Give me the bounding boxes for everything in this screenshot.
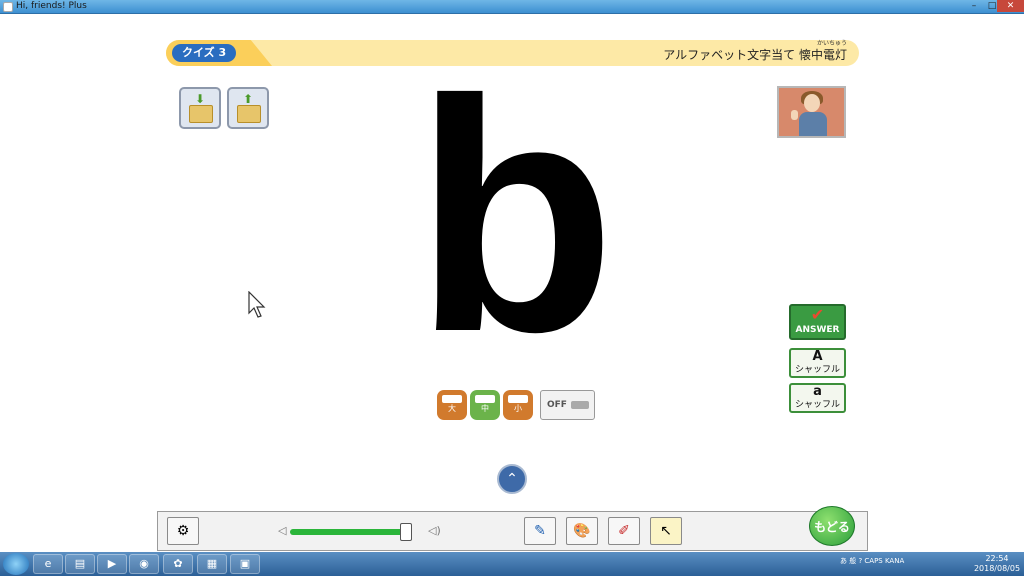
pen-tool-button[interactable]: ✎: [524, 517, 556, 545]
system-tray[interactable]: あ 般 ? CAPS KANA: [840, 556, 904, 566]
gear-icon: ⚙: [176, 523, 190, 539]
teacher-icon[interactable]: [777, 86, 846, 138]
volume-low-icon: ◁: [278, 524, 287, 537]
eraser-icon: ✐: [618, 523, 630, 539]
taskbar-media-icon[interactable]: ▶: [97, 554, 127, 574]
app-icon: [3, 2, 13, 12]
taskbar-chrome-icon[interactable]: ◉: [129, 554, 159, 574]
upload-arrow-icon: ⬆: [243, 92, 254, 106]
taskbar-ie-icon[interactable]: e: [33, 554, 63, 574]
app-window: Hi, friends! Plus – □ ✕ クイズ 3 かいちゅう アルファ…: [0, 0, 1024, 576]
uppercase-letter: A: [812, 349, 823, 364]
taskbar-app-icon[interactable]: ✿: [163, 554, 193, 574]
folder-icon: [189, 105, 213, 123]
taskbar-app3-icon[interactable]: ▣: [230, 554, 260, 574]
download-arrow-icon: ⬇: [195, 92, 206, 106]
window-titlebar[interactable]: Hi, friends! Plus – □ ✕: [0, 0, 1024, 14]
answer-button[interactable]: ✔ ANSWER: [789, 304, 846, 340]
checkmark-icon: ✔: [810, 305, 825, 324]
volume-slider-fill: [290, 529, 406, 535]
flashlight-medium-button[interactable]: 中: [470, 390, 500, 420]
flashlight-large-label: 大: [448, 404, 456, 413]
flashlight-small-button[interactable]: 小: [503, 390, 533, 420]
quiz-title: アルファベット文字当て 懐中電灯: [663, 48, 847, 62]
load-folder-button[interactable]: ⬇: [179, 87, 221, 129]
answer-label: ANSWER: [795, 325, 840, 335]
teacher-body: [799, 112, 827, 136]
teacher-hand: [791, 110, 798, 120]
back-button[interactable]: もどる: [809, 506, 855, 546]
clock-date: 2018/08/05: [973, 564, 1021, 573]
pointer-button[interactable]: ↖: [650, 517, 682, 545]
flashlight-off-icon: [571, 401, 589, 409]
taskbar-explorer-icon[interactable]: ▤: [65, 554, 95, 574]
pen-icon: ✎: [534, 523, 546, 539]
flashlight-icon: [475, 395, 495, 403]
close-button[interactable]: ✕: [997, 0, 1024, 12]
volume-high-icon: ◁): [428, 524, 441, 537]
palette-button[interactable]: 🎨: [566, 517, 598, 545]
window-title: Hi, friends! Plus: [16, 1, 87, 11]
windows-taskbar: e ▤ ▶ ◉ ✿ ▦ ▣ あ 般 ? CAPS KANA 22:54 2018…: [0, 552, 1024, 576]
mouse-cursor-icon: [248, 291, 266, 318]
pointer-icon: ↖: [660, 523, 672, 539]
quiz-number-label: クイズ 3: [172, 44, 237, 62]
shuffle-lowercase-button[interactable]: a シャッフル: [789, 383, 846, 413]
save-folder-button[interactable]: ⬆: [227, 87, 269, 129]
flashlight-off-button[interactable]: OFF: [540, 390, 595, 420]
eraser-button[interactable]: ✐: [608, 517, 640, 545]
lowercase-letter: a: [813, 384, 822, 399]
flashlight-icon: [508, 395, 528, 403]
settings-button[interactable]: ⚙: [167, 517, 199, 545]
flashlight-icon: [442, 395, 462, 403]
clock-time: 22:54: [985, 554, 1009, 563]
bottom-toolbar: ⚙ ◁ ◁) ✎ 🎨 ✐ ↖: [157, 511, 868, 551]
scroll-up-button[interactable]: ⌃: [497, 464, 527, 494]
taskbar-app2-icon[interactable]: ▦: [197, 554, 227, 574]
shuffle-uppercase-button[interactable]: A シャッフル: [789, 348, 846, 378]
shuffle-label: シャッフル: [794, 400, 840, 410]
folder-icon: [237, 105, 261, 123]
start-button[interactable]: [3, 553, 29, 575]
palette-icon: 🎨: [573, 523, 591, 539]
flashlight-medium-label: 中: [481, 404, 489, 413]
flashlight-small-label: 小: [514, 404, 522, 413]
teacher-head: [804, 94, 820, 112]
flashlight-large-button[interactable]: 大: [437, 390, 467, 420]
flashlight-off-label: OFF: [547, 400, 567, 410]
volume-slider-thumb[interactable]: [399, 523, 412, 541]
taskbar-clock[interactable]: 22:54 2018/08/05: [972, 554, 1022, 574]
quiz-letter-display: b: [414, 31, 616, 400]
shuffle-label: シャッフル: [794, 365, 840, 375]
